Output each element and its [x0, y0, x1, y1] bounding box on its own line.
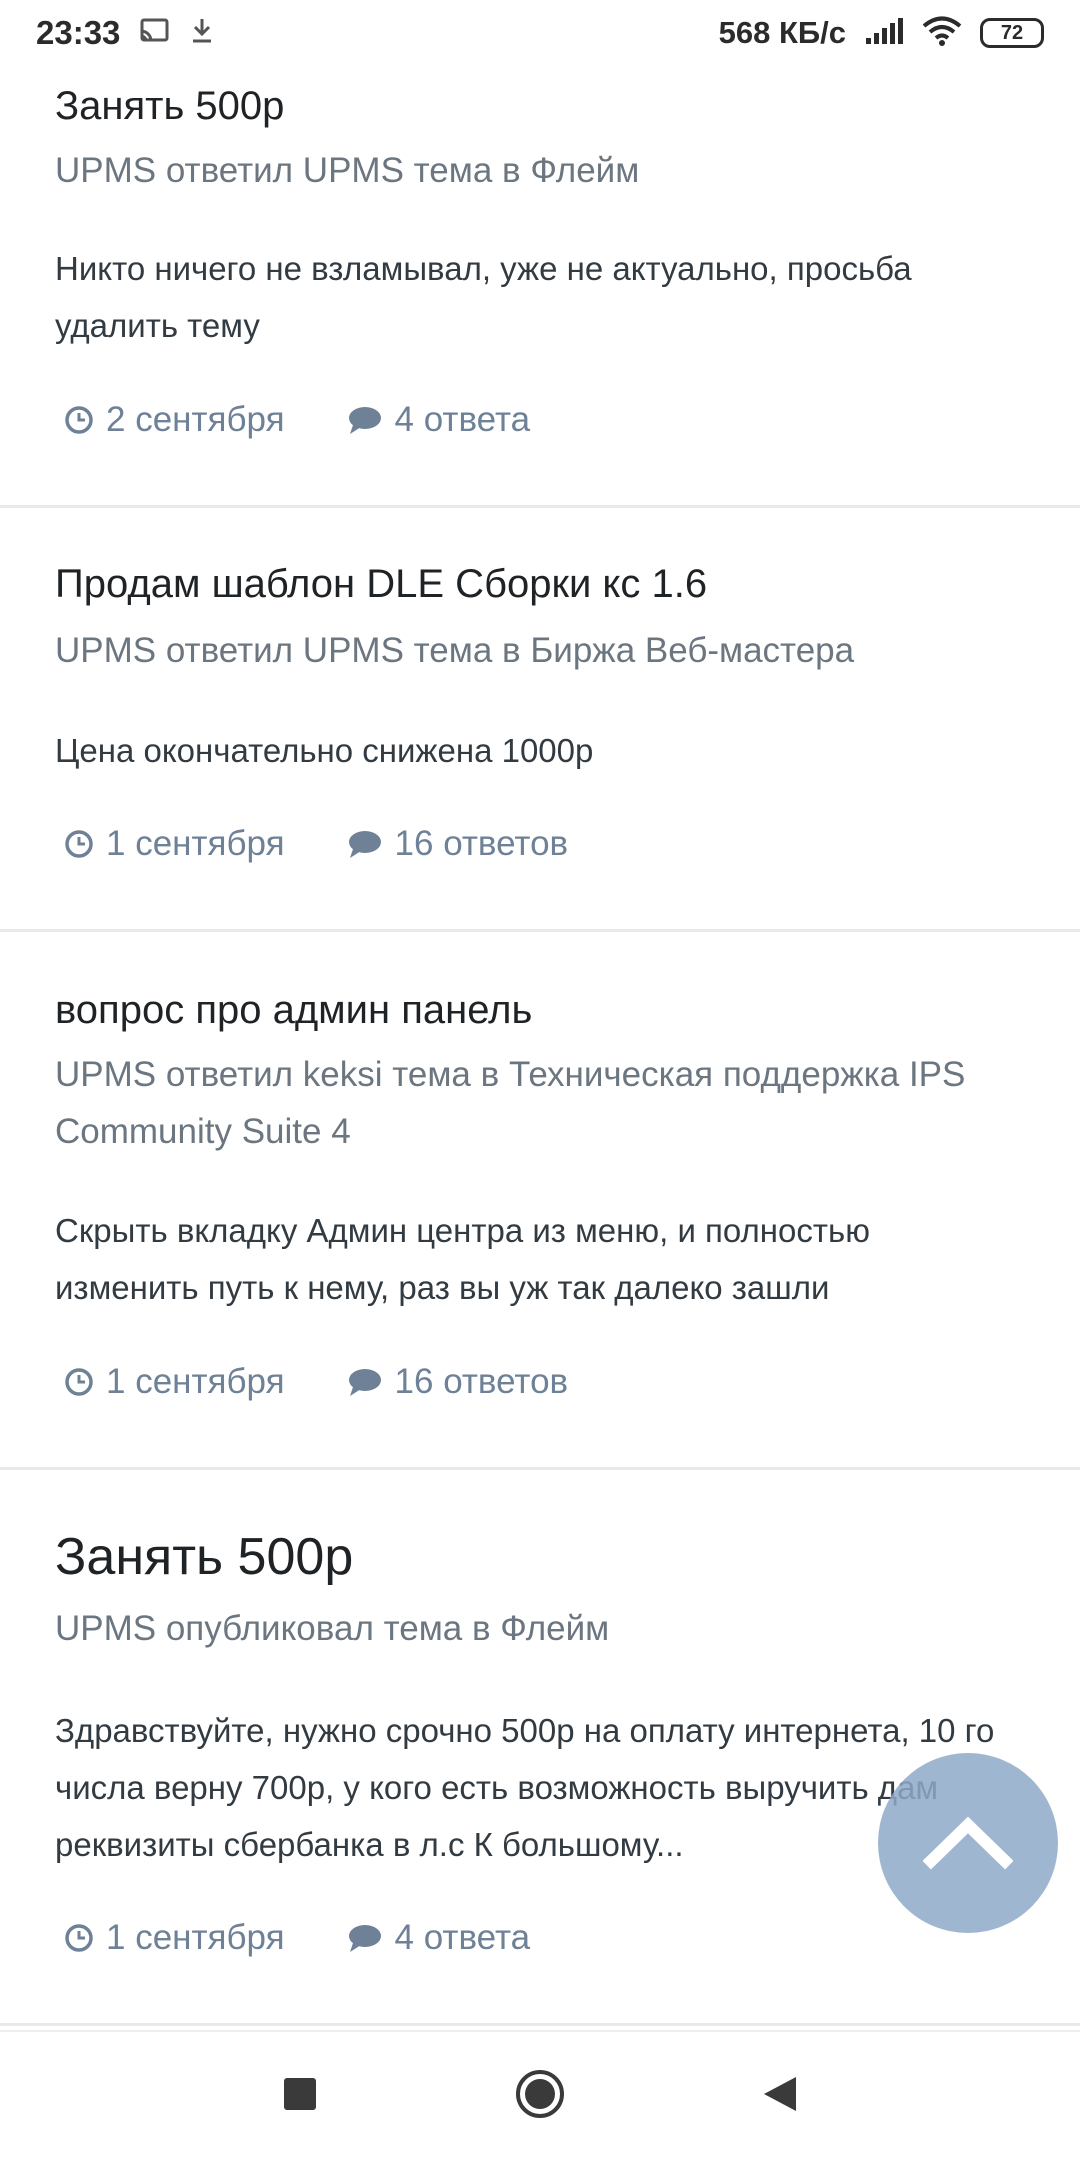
network-speed: 568 КБ/с: [718, 15, 846, 50]
signal-icon: [864, 16, 904, 51]
scroll-to-top-button[interactable]: [878, 1753, 1058, 1933]
post-date-text: 1 сентября: [106, 824, 285, 863]
recent-apps-button[interactable]: [270, 2066, 330, 2126]
post-excerpt: Здравствуйте, нужно срочно 500р на оплат…: [55, 1712, 995, 1863]
chevron-up-icon: [922, 1811, 1014, 1876]
post-stats: 1 сентября 16 ответов: [64, 1362, 568, 1402]
list-item[interactable]: Занять 500р UPMS ответил UPMS тема в Фле…: [0, 0, 1080, 508]
home-button[interactable]: [510, 2066, 570, 2126]
post-replies: 16 ответов: [347, 824, 569, 864]
post-title[interactable]: Занять 500р: [55, 1526, 353, 1588]
post-replies: 4 ответа: [347, 1918, 531, 1958]
clock-icon: [64, 1923, 94, 1953]
post-date: 1 сентября: [64, 1918, 285, 1958]
home-icon: [514, 2068, 566, 2125]
post-stats: 2 сентября 4 ответа: [64, 400, 530, 440]
post-excerpt: Никто ничего не взламывал, уже не актуал…: [55, 250, 912, 344]
post-replies-text: 16 ответов: [394, 1362, 569, 1401]
wifi-icon: [922, 15, 962, 52]
post-date-text: 1 сентября: [106, 1362, 285, 1401]
clock-icon: [64, 829, 94, 859]
list-item[interactable]: вопрос про админ панель UPMS ответил kek…: [0, 932, 1080, 1470]
post-stats: 1 сентября 16 ответов: [64, 824, 568, 864]
post-title[interactable]: Занять 500р: [55, 82, 284, 130]
recent-apps-icon: [282, 2076, 318, 2117]
post-title[interactable]: Продам шаблон DLE Сборки кс 1.6: [55, 560, 707, 608]
comment-icon: [347, 1367, 383, 1397]
post-excerpt: Цена окончательно снижена 1000р: [55, 732, 594, 769]
post-meta: UPMS опубликовал тема в Флейм: [55, 1609, 610, 1648]
post-replies-text: 4 ответа: [394, 400, 531, 439]
post-replies-text: 16 ответов: [394, 824, 569, 863]
post-meta: UPMS ответил keksi тема в Техническая по…: [55, 1055, 966, 1151]
back-icon: [762, 2075, 798, 2118]
cast-icon: [138, 17, 170, 50]
download-icon: [188, 16, 216, 51]
post-stats: 1 сентября 4 ответа: [64, 1918, 530, 1958]
status-bar: 23:33 568 КБ/с 72: [0, 0, 1080, 66]
post-date: 1 сентября: [64, 1362, 285, 1402]
status-left: 23:33: [36, 14, 216, 52]
post-date: 1 сентября: [64, 824, 285, 864]
status-right: 568 КБ/с 72: [719, 15, 1044, 52]
comment-icon: [347, 1923, 383, 1953]
post-date: 2 сентября: [64, 400, 285, 440]
system-nav-bar: [0, 2030, 1080, 2160]
post-date-text: 2 сентября: [106, 400, 285, 439]
post-title[interactable]: вопрос про админ панель: [55, 986, 532, 1034]
list-item[interactable]: Продам шаблон DLE Сборки кс 1.6 UPMS отв…: [0, 508, 1080, 932]
post-date-text: 1 сентября: [106, 1918, 285, 1957]
comment-icon: [347, 405, 383, 435]
post-meta: UPMS ответил UPMS тема в Флейм: [55, 151, 640, 190]
status-time: 23:33: [36, 14, 121, 51]
post-replies-text: 4 ответа: [394, 1918, 531, 1957]
post-excerpt: Скрыть вкладку Админ центра из меню, и п…: [55, 1212, 870, 1306]
clock-icon: [64, 405, 94, 435]
clock-icon: [64, 1367, 94, 1397]
post-meta: UPMS ответил UPMS тема в Биржа Веб-масте…: [55, 631, 855, 670]
comment-icon: [347, 829, 383, 859]
list-item[interactable]: Занять 500р UPMS опубликовал тема в Флей…: [0, 1470, 1080, 2026]
post-replies: 4 ответа: [347, 400, 531, 440]
back-button[interactable]: [750, 2066, 810, 2126]
battery-icon: 72: [980, 18, 1044, 48]
post-replies: 16 ответов: [347, 1362, 569, 1402]
